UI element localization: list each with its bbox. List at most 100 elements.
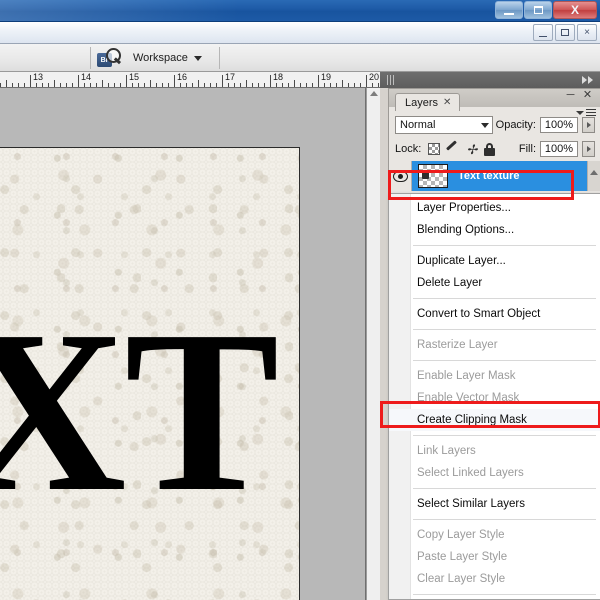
chevron-right-icon — [586, 122, 591, 128]
ruler-tick-minor — [114, 83, 115, 87]
dock-grip-icon[interactable] — [387, 75, 396, 85]
fill-group: Fill: 100% — [519, 139, 595, 159]
ruler-tick-minor — [216, 83, 217, 87]
ruler-tick-minor — [90, 83, 91, 87]
chevron-down-icon — [481, 122, 489, 128]
horizontal-ruler[interactable]: 13 14 15 16 17 18 19 20 — [0, 72, 380, 88]
ruler-label: 13 — [33, 72, 44, 82]
os-minimize-button[interactable] — [495, 1, 523, 19]
options-bar: Br Workspace — [0, 44, 600, 72]
ruler-tick-minor — [204, 83, 205, 87]
ruler-tick-minor — [192, 83, 193, 87]
titlebar-glow — [0, 0, 240, 21]
ruler-tick-minor — [96, 83, 97, 87]
document-restore-button[interactable] — [555, 24, 575, 41]
ruler-tick-minor — [156, 83, 157, 87]
photoshop-window: X × Br Workspace 13 14 15 16 17 18 19 20 XT — [0, 0, 600, 600]
scroll-up-icon[interactable] — [370, 91, 378, 96]
chevron-right-icon — [582, 76, 587, 84]
ruler-tick-minor — [288, 83, 289, 87]
layer-row[interactable]: Text texture — [390, 161, 599, 191]
ruler-tick-minor — [312, 83, 313, 87]
options-separator-2 — [219, 47, 220, 69]
menu-item-layer-properties[interactable]: Layer Properties... — [389, 197, 600, 219]
blend-mode-select[interactable]: Normal — [395, 116, 493, 134]
canvas-area[interactable]: XT — [0, 88, 380, 600]
bridge-icon[interactable]: Br — [97, 48, 123, 68]
eye-icon — [393, 170, 408, 182]
ruler-tick-major — [174, 75, 175, 87]
ruler-tick-mid — [102, 80, 103, 87]
layers-panel-minimize[interactable]: ─ — [565, 90, 576, 102]
ruler-tick-minor — [258, 83, 259, 87]
ruler-tick-minor — [168, 83, 169, 87]
restore-icon — [561, 29, 569, 36]
document-window-bar: × — [0, 22, 600, 44]
ruler-tick-minor — [18, 83, 19, 87]
menu-item-duplicate-layer[interactable]: Duplicate Layer... — [389, 250, 600, 272]
lock-transparency-icon[interactable] — [428, 143, 441, 155]
layer-thumbnail-content — [422, 172, 429, 179]
ruler-label: 16 — [177, 72, 188, 82]
ruler-tick-minor — [36, 83, 37, 87]
fill-slider-button[interactable] — [582, 141, 595, 157]
os-close-button[interactable]: X — [553, 1, 597, 19]
ruler-tick-minor — [348, 83, 349, 87]
ruler-tick-minor — [72, 83, 73, 87]
ruler-tick-minor — [162, 83, 163, 87]
ruler-label: 15 — [129, 72, 140, 82]
document-canvas[interactable]: XT — [0, 147, 300, 600]
document-minimize-button[interactable] — [533, 24, 553, 41]
ruler-tick-minor — [0, 83, 1, 87]
menu-item-select-similar-layers[interactable]: Select Similar Layers — [389, 493, 600, 515]
ruler-tick-minor — [186, 83, 187, 87]
ruler-tick-mid — [150, 80, 151, 87]
os-maximize-button[interactable] — [524, 1, 552, 19]
lock-image-pixels-brush-icon[interactable] — [446, 143, 459, 156]
fill-label: Fill: — [518, 143, 536, 155]
lock-position-move-icon[interactable]: ✢ — [465, 143, 478, 156]
opacity-label: Opacity: — [495, 119, 536, 131]
menu-item-create-clipping-mask[interactable]: Create Clipping Mask — [389, 409, 600, 431]
minimize-icon — [539, 36, 547, 37]
dock-header[interactable] — [380, 72, 600, 88]
tab-layers[interactable]: Layers ✕ — [395, 93, 461, 111]
document-window-controls: × — [533, 24, 597, 41]
menu-item-blending-options[interactable]: Blending Options... — [389, 219, 600, 241]
layers-panel-close[interactable]: ✕ — [582, 90, 593, 101]
close-icon: X — [570, 3, 579, 17]
workspace-dropdown[interactable]: Workspace — [133, 48, 202, 68]
tab-layers-label: Layers — [405, 96, 439, 109]
layer-visibility-toggle[interactable] — [390, 161, 412, 191]
ruler-tick-minor — [228, 83, 229, 87]
chevron-down-icon — [193, 55, 202, 61]
ruler-tick-minor — [324, 83, 325, 87]
opacity-input[interactable]: 100% — [540, 117, 578, 133]
context-menu-list: Layer Properties... Blending Options... Du… — [389, 194, 600, 599]
ruler-tick-minor — [12, 83, 13, 87]
document-close-button[interactable]: × — [577, 24, 597, 41]
menu-item-delete-layer[interactable]: Delete Layer — [389, 272, 600, 294]
canvas-vertical-scrollbar[interactable] — [366, 88, 380, 600]
ruler-tick-minor — [108, 83, 109, 87]
layers-list-scrollbar[interactable] — [587, 161, 600, 191]
close-icon: × — [584, 26, 590, 38]
ruler-tick-minor — [60, 83, 61, 87]
scroll-up-icon[interactable] — [590, 170, 598, 175]
fill-input[interactable]: 100% — [540, 141, 578, 157]
lock-all-padlock-icon[interactable] — [484, 142, 496, 156]
opacity-slider-button[interactable] — [582, 117, 595, 133]
dock-expand-button[interactable] — [582, 76, 593, 84]
context-menu-separator — [413, 245, 596, 246]
tab-close-icon[interactable]: ✕ — [443, 97, 451, 108]
layer-name-label: Text texture — [458, 170, 520, 182]
lock-label: Lock: — [395, 143, 422, 155]
ruler-label: 17 — [225, 72, 236, 82]
ruler-tick-major — [270, 75, 271, 87]
menu-item-convert-to-smart-object[interactable]: Convert to Smart Object — [389, 303, 600, 325]
lock-icon-group: ✢ — [428, 142, 496, 156]
layer-thumbnail[interactable] — [418, 164, 448, 188]
workspace-label: Workspace — [133, 52, 188, 64]
layers-panel: ─ ✕ Layers ✕ Normal Opacity: 100% Lock: … — [388, 88, 600, 198]
ruler-tick-mid — [294, 80, 295, 87]
